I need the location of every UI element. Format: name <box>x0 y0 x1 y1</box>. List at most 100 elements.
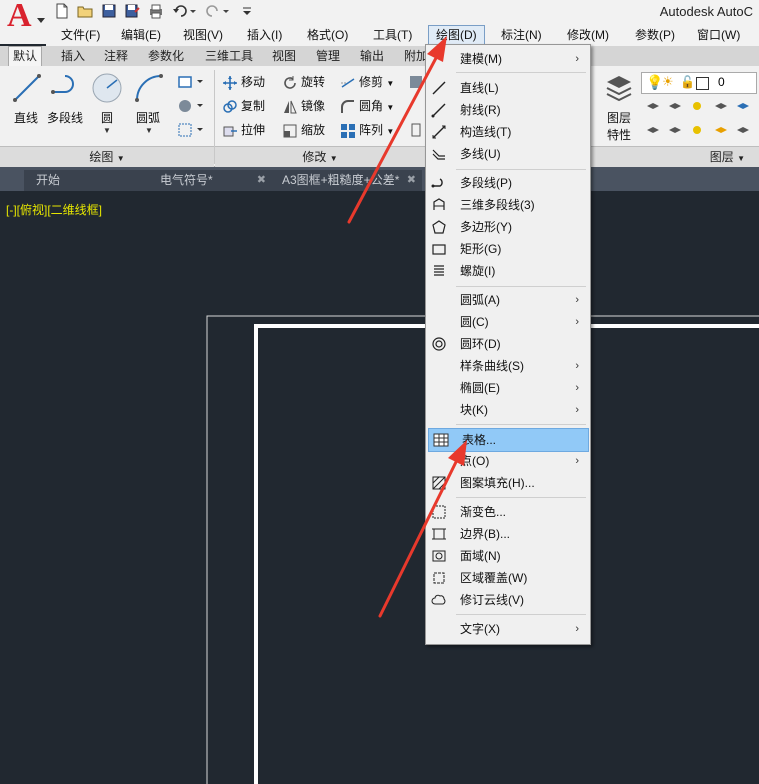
rectangle-tool-icon[interactable] <box>177 74 205 90</box>
chevron-right-icon: › <box>575 623 579 635</box>
redo-icon[interactable] <box>205 3 231 19</box>
menu-item-modeling[interactable]: 建模(M) › <box>427 48 589 70</box>
menu-item-spline[interactable]: 样条曲线(S) › <box>427 355 589 377</box>
layer-properties-label-1[interactable]: 图层 <box>607 109 631 126</box>
menu-item-region[interactable]: 面域(N) <box>427 545 589 567</box>
polyline-tool-label[interactable]: 多段线 <box>47 109 83 126</box>
line-tool-label[interactable]: 直线 <box>14 109 38 126</box>
close-icon[interactable]: ✖ <box>407 170 416 191</box>
menu-format[interactable]: 格式(O) <box>304 26 351 44</box>
scale-button[interactable]: 缩放 <box>282 120 325 140</box>
circle-tool-label[interactable]: 圆 <box>101 109 113 126</box>
move-button[interactable]: 移动 <box>222 72 265 92</box>
tab-manage[interactable]: 管理 <box>316 47 340 66</box>
close-icon[interactable]: ✖ <box>257 170 266 191</box>
arc-tool-label[interactable]: 圆弧 <box>136 109 160 126</box>
chevron-down-icon: ▼ <box>116 154 125 163</box>
menu-item-ray[interactable]: 射线(R) <box>427 99 589 121</box>
copy-icon <box>223 100 237 113</box>
menu-item-multiline[interactable]: 多线(U) <box>427 143 589 165</box>
menu-item-gradient[interactable]: 渐变色... <box>427 501 589 523</box>
menu-item-block[interactable]: 块(K) › <box>427 399 589 421</box>
menu-file[interactable]: 文件(F) <box>58 26 103 44</box>
chevron-down-icon[interactable]: ▼ <box>145 126 153 135</box>
modify-extra-icon[interactable] <box>404 122 424 138</box>
app-title: Autodesk AutoC <box>659 4 753 19</box>
menu-item-circle[interactable]: 圆(C) › <box>427 311 589 333</box>
menu-item-arc[interactable]: 圆弧(A) › <box>427 289 589 311</box>
menu-item-wipeout[interactable]: 区域覆盖(W) <box>427 567 589 589</box>
stretch-button[interactable]: 拉伸 <box>222 120 265 140</box>
circle-tool-icon[interactable] <box>91 72 123 104</box>
tab-insert[interactable]: 插入 <box>61 47 85 66</box>
chevron-down-icon[interactable]: ▼ <box>103 126 111 135</box>
doc-tab-label: A3图框+粗糙度+公差* <box>282 173 400 187</box>
boundary-tool-icon[interactable] <box>177 122 205 138</box>
open-folder-icon[interactable] <box>77 3 93 19</box>
drawing-frame <box>206 315 759 784</box>
menu-item-3d-polyline[interactable]: 三维多段线(3) <box>427 194 589 216</box>
menu-item-text[interactable]: 文字(X) › <box>427 618 589 640</box>
menu-tools[interactable]: 工具(T) <box>370 26 415 44</box>
array-button[interactable]: 阵列 ▼ <box>340 120 394 140</box>
menu-item-boundary[interactable]: 边界(B)... <box>427 523 589 545</box>
menu-item-construction-line[interactable]: 构造线(T) <box>427 121 589 143</box>
polyline-tool-icon[interactable] <box>50 72 84 104</box>
menu-dimension[interactable]: 标注(N) <box>498 26 545 44</box>
layers-panel-footer[interactable]: 图层 ▼ <box>589 146 759 167</box>
menu-item-point[interactable]: 点(O) › <box>427 450 589 472</box>
tab-parametric[interactable]: 参数化 <box>148 47 184 66</box>
menu-item-hatch[interactable]: 图案填充(H)... <box>427 472 589 494</box>
layer-tools-row-2-icon[interactable] <box>645 122 755 138</box>
quick-access-dropdown-icon[interactable] <box>239 3 255 19</box>
menu-item-rectangle[interactable]: 矩形(G) <box>427 238 589 260</box>
ray-icon <box>431 103 446 118</box>
menu-item-helix[interactable]: 螺旋(I) <box>427 260 589 282</box>
arc-tool-icon[interactable] <box>133 72 165 104</box>
menu-separator <box>456 614 586 615</box>
tab-annotate[interactable]: 注释 <box>104 47 128 66</box>
draw-panel-footer[interactable]: 绘图 ▼ <box>0 146 214 167</box>
menu-item-polyline[interactable]: 多段线(P) <box>427 172 589 194</box>
tab-view[interactable]: 视图 <box>272 47 296 66</box>
hatch-tool-icon[interactable] <box>177 98 205 114</box>
modify-panel-footer[interactable]: 修改 ▼ <box>215 146 425 167</box>
save-as-icon[interactable] <box>124 3 140 19</box>
print-icon[interactable] <box>148 3 164 19</box>
layer-tools-row-1-icon[interactable] <box>645 98 755 114</box>
menu-item-donut[interactable]: 圆环(D) <box>427 333 589 355</box>
menu-item-ellipse[interactable]: 椭圆(E) › <box>427 377 589 399</box>
fillet-button[interactable]: 圆角 ▼ <box>340 96 394 116</box>
menu-edit[interactable]: 编辑(E) <box>118 26 164 44</box>
menu-modify[interactable]: 修改(M) <box>564 26 612 44</box>
menu-parametric[interactable]: 参数(P) <box>632 26 678 44</box>
menu-draw[interactable]: 绘图(D) <box>428 25 485 45</box>
new-file-icon[interactable] <box>54 3 70 19</box>
tab-output[interactable]: 输出 <box>360 47 384 66</box>
layer-dropdown[interactable]: 💡 ☀ 🔓 0 <box>641 72 757 94</box>
application-menu-button[interactable]: A <box>0 0 46 44</box>
doc-tab-start[interactable]: 开始 <box>24 170 154 191</box>
menu-insert[interactable]: 插入(I) <box>244 26 285 44</box>
layer-color-swatch <box>696 77 709 90</box>
line-tool-icon[interactable] <box>12 72 42 104</box>
doc-tab-electrical-symbols[interactable]: 电气符号* ✖ <box>146 170 272 191</box>
tab-3d-tools[interactable]: 三维工具 <box>205 47 253 66</box>
menu-item-revision-cloud[interactable]: 修订云线(V) <box>427 589 589 611</box>
menu-item-line[interactable]: 直线(L) <box>427 77 589 99</box>
tab-default[interactable]: 默认 <box>8 46 43 66</box>
trim-button[interactable]: 修剪 ▼ <box>340 72 394 92</box>
menu-view[interactable]: 视图(V) <box>180 26 226 44</box>
layer-properties-label-2[interactable]: 特性 <box>607 126 631 143</box>
menu-item-table[interactable]: 表格... <box>428 428 589 452</box>
menu-item-polygon[interactable]: 多边形(Y) <box>427 216 589 238</box>
doc-tab-a3-frame[interactable]: A3图框+粗糙度+公差* ✖ <box>272 170 422 191</box>
mirror-button[interactable]: 镜像 <box>282 96 325 116</box>
rotate-button[interactable]: 旋转 <box>282 72 325 92</box>
copy-button[interactable]: 复制 <box>222 96 265 116</box>
undo-icon[interactable] <box>172 3 198 19</box>
save-icon[interactable] <box>101 3 117 19</box>
layer-properties-icon[interactable] <box>604 72 634 106</box>
menu-window[interactable]: 窗口(W) <box>694 26 743 44</box>
modify-extra-icon[interactable] <box>404 74 424 90</box>
